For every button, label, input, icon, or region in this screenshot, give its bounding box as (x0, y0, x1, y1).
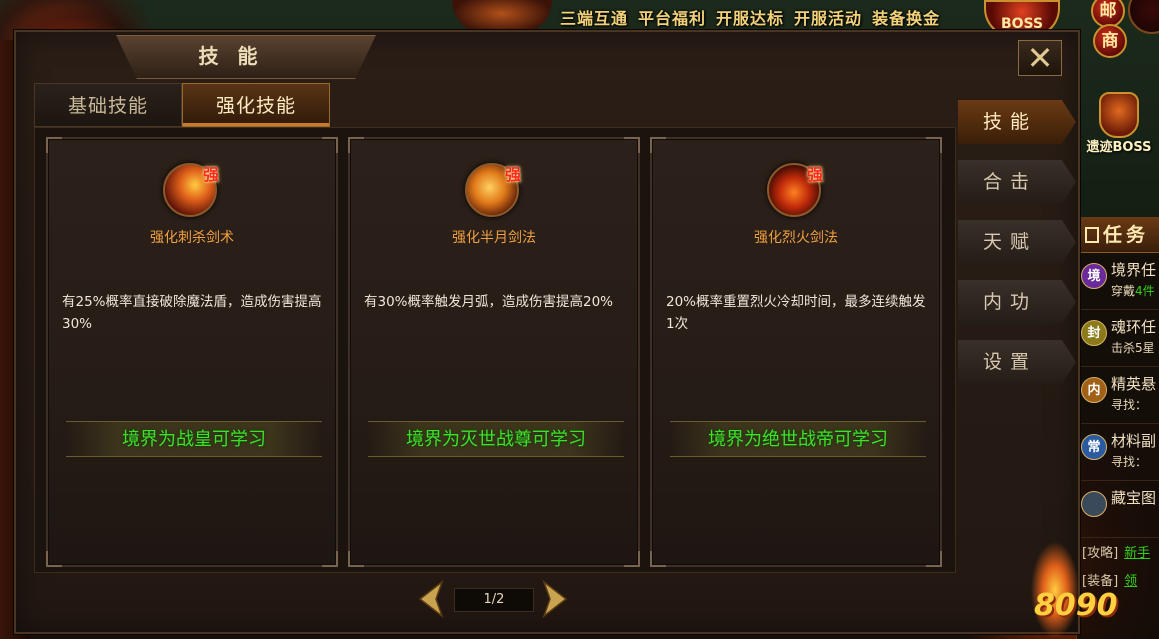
side-tabs: 技能 合击 天赋 内功 设置 (958, 100, 1076, 400)
learn-requirement-text: 境界为战皇可学习 (122, 429, 266, 450)
skill-name: 强化刺杀剑术 (150, 230, 234, 246)
quest-item[interactable]: 境 境界任 穿戴4件 (1077, 253, 1159, 310)
tab-basic-skills[interactable]: 基础技能 (34, 83, 182, 127)
quest-item[interactable]: 封 魂环任 击杀5星 (1077, 310, 1159, 367)
quest-list-icon (1085, 227, 1099, 243)
shop-button[interactable]: 商 (1093, 24, 1127, 58)
prev-page-button[interactable] (418, 580, 444, 618)
quest-sub: 穿戴4件 (1111, 284, 1155, 298)
side-tab-inner-power[interactable]: 内功 (958, 280, 1076, 324)
learn-requirement-text: 境界为绝世战帝可学习 (708, 429, 888, 450)
side-tab-settings[interactable]: 设置 (958, 340, 1076, 384)
tab-enhanced-skills[interactable]: 强化技能 (182, 83, 330, 127)
quest-title: 精英悬 (1111, 375, 1157, 393)
top-menu-item-server-events[interactable]: 开服活动 (794, 5, 862, 29)
skill-card[interactable]: 强 强化刺杀剑术 有25%概率直接破除魔法盾，造成伤害提高30% 境界为战皇可学… (46, 137, 338, 567)
skill-name: 强化烈火剑法 (754, 230, 838, 246)
quest-item[interactable]: 常 材料副 寻找： (1077, 424, 1159, 481)
quest-sub: 寻找： (1111, 455, 1148, 469)
skill-description: 有30%概率触发月弧，造成伤害提高20% (364, 294, 614, 310)
relic-boss-label: 遗迹BOSS (1086, 140, 1152, 155)
side-tab-talent[interactable]: 天赋 (958, 220, 1076, 264)
quest-item[interactable]: 内 精英悬 寻找： (1077, 367, 1159, 424)
quest-title: 境界任 (1111, 261, 1157, 279)
enhanced-badge: 强 (203, 165, 220, 184)
top-menu-item-server-goals[interactable]: 开服达标 (716, 5, 784, 29)
side-tab-skills[interactable]: 技能 (958, 100, 1076, 144)
close-x-icon: ✕ (1026, 39, 1054, 77)
learn-requirement-bar: 境界为灭世战尊可学习 (368, 421, 624, 457)
pagination: 1/2 (418, 580, 568, 620)
window-title: 技 能 (198, 44, 264, 68)
quest-badge-icon: 封 (1081, 320, 1107, 346)
skill-name: 强化半月剑法 (452, 230, 536, 246)
page-indicator: 1/2 (454, 588, 534, 612)
guide-link[interactable]: 领 (1124, 574, 1137, 589)
quest-sub: 击杀5星 (1111, 341, 1155, 355)
site-watermark-logo: 8090 (1034, 588, 1118, 623)
top-menu-bar: 三端互通 平台福利 开服达标 开服活动 装备换金 (560, 0, 940, 34)
quest-badge-icon: 内 (1081, 377, 1107, 403)
learn-requirement-text: 境界为灭世战尊可学习 (406, 429, 586, 450)
quest-title: 魂环任 (1111, 318, 1157, 336)
top-menu-item-equip-exchange[interactable]: 装备换金 (872, 5, 940, 29)
quest-sub: 寻找： (1111, 398, 1148, 412)
skill-description: 20%概率重置烈火冷却时间，最多连续触发1次 (666, 294, 926, 332)
quest-tracker-title[interactable]: 任务 (1077, 217, 1159, 253)
skill-tabs: 基础技能 强化技能 (34, 83, 330, 127)
quest-badge-icon: 常 (1081, 434, 1107, 460)
guide-link[interactable]: 新手 (1124, 546, 1150, 561)
close-button[interactable]: ✕ (1018, 40, 1062, 76)
skill-card[interactable]: 强 强化烈火剑法 20%概率重置烈火冷却时间，最多连续触发1次 境界为绝世战帝可… (650, 137, 942, 567)
next-page-button[interactable] (542, 580, 568, 618)
relic-boss-icon (1099, 92, 1139, 138)
quest-title: 藏宝图 (1111, 489, 1157, 507)
top-menu-item-cross-platform[interactable]: 三端互通 (560, 5, 628, 29)
learn-requirement-bar: 境界为战皇可学习 (66, 421, 322, 457)
learn-requirement-bar: 境界为绝世战帝可学习 (670, 421, 926, 457)
quest-badge-icon: 境 (1081, 263, 1107, 289)
skill-description: 有25%概率直接破除魔法盾，造成伤害提高30% (62, 294, 322, 332)
quest-title: 材料副 (1111, 432, 1157, 450)
top-menu-item-platform-welfare[interactable]: 平台福利 (638, 5, 706, 29)
skill-card[interactable]: 强 强化半月剑法 有30%概率触发月弧，造成伤害提高20% 境界为灭世战尊可学习 (348, 137, 640, 567)
enhanced-badge: 强 (505, 165, 522, 184)
enhanced-badge: 强 (807, 165, 824, 184)
relic-boss-button[interactable]: 遗迹BOSS (1086, 92, 1152, 155)
side-tab-combo[interactable]: 合击 (958, 160, 1076, 204)
